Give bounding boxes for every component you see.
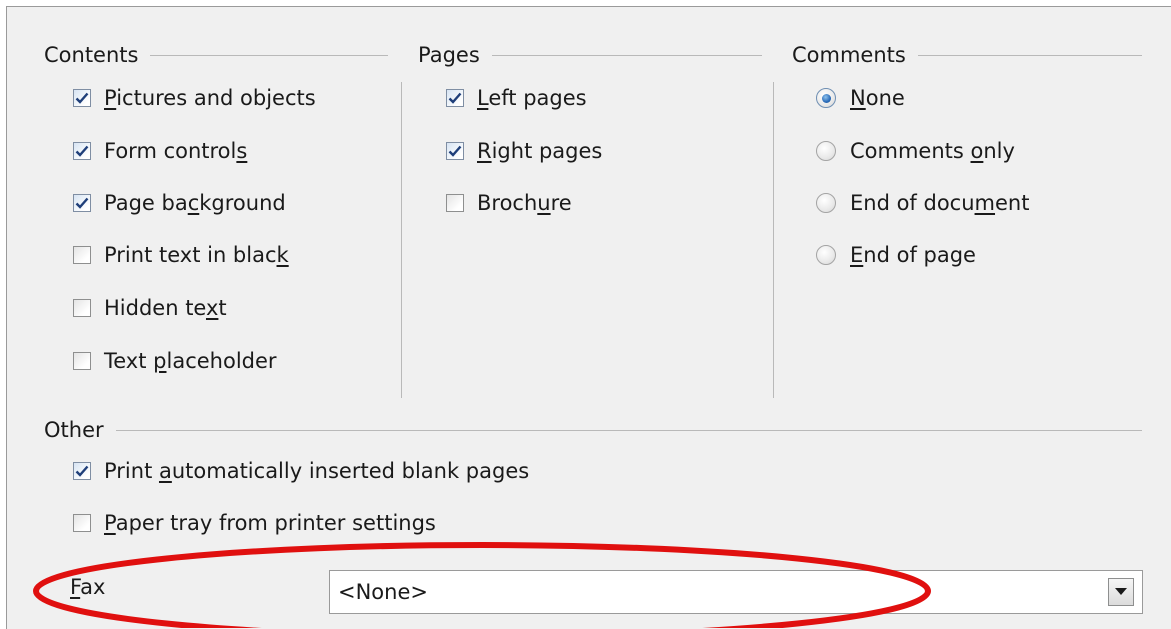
contents-group-title: Contents <box>44 42 388 68</box>
checkbox-box[interactable] <box>73 194 91 212</box>
checkbox-label: Form controls <box>104 139 248 163</box>
fax-dropdown[interactable]: <None> <box>329 570 1143 614</box>
check-mark-icon <box>448 145 462 157</box>
checkbox-box[interactable] <box>73 462 91 480</box>
radio-label: End of document <box>850 191 1030 215</box>
fax-label: Fax <box>70 575 106 599</box>
checkbox-label: Text placeholder <box>104 349 277 373</box>
comments-only-radio[interactable]: Comments only <box>816 136 1015 166</box>
other-group-title: Other <box>44 417 1142 443</box>
left-pages-checkbox[interactable]: Left pages <box>446 83 587 113</box>
radio-label: Comments only <box>850 139 1015 163</box>
checkbox-box[interactable] <box>73 142 91 160</box>
comments-title-rule <box>917 54 1142 56</box>
end-of-page-radio[interactable]: End of page <box>816 240 976 270</box>
checkbox-box[interactable] <box>446 194 464 212</box>
check-mark-icon <box>75 465 89 477</box>
end-of-document-radio[interactable]: End of document <box>816 188 1029 218</box>
checkbox-label: Print text in black <box>104 243 289 267</box>
contents-title-rule <box>150 54 388 56</box>
comments-title-text: Comments <box>792 43 906 67</box>
checkbox-label: Brochure <box>477 191 572 215</box>
pages-title-text: Pages <box>418 43 480 67</box>
check-mark-icon <box>75 92 89 104</box>
checkbox-box[interactable] <box>73 299 91 317</box>
comments-group-title: Comments <box>792 42 1142 68</box>
checkbox-label: Right pages <box>477 139 603 163</box>
paper-tray-checkbox[interactable]: Paper tray from printer settings <box>73 508 436 538</box>
radio-button[interactable] <box>816 245 836 265</box>
pages-title-rule <box>491 54 762 56</box>
checkbox-label: Print automatically inserted blank pages <box>104 459 530 483</box>
chevron-down-icon <box>1115 588 1127 595</box>
pages-comments-separator <box>773 82 774 398</box>
checkbox-label: Paper tray from printer settings <box>104 511 436 535</box>
checkbox-box[interactable] <box>446 89 464 107</box>
checkbox-label: Hidden text <box>104 296 227 320</box>
pictures-and-objects-checkbox[interactable]: Pictures and objects <box>73 83 316 113</box>
radio-button[interactable] <box>816 88 836 108</box>
text-placeholder-checkbox[interactable]: Text placeholder <box>73 346 277 376</box>
comments-none-radio[interactable]: None <box>816 83 905 113</box>
right-pages-checkbox[interactable]: Right pages <box>446 136 602 166</box>
checkbox-label: Page background <box>104 191 286 215</box>
contents-title-text: Contents <box>44 43 139 67</box>
other-title-text: Other <box>44 418 104 442</box>
other-title-rule <box>115 429 1142 431</box>
checkbox-label: Left pages <box>477 86 587 110</box>
checkbox-box[interactable] <box>73 246 91 264</box>
check-mark-icon <box>448 92 462 104</box>
radio-label: End of page <box>850 243 976 267</box>
radio-button[interactable] <box>816 193 836 213</box>
radio-label: None <box>850 86 905 110</box>
dropdown-arrow-button[interactable] <box>1108 578 1134 606</box>
checkbox-box[interactable] <box>73 352 91 370</box>
pages-group-title: Pages <box>418 42 762 68</box>
checkbox-box[interactable] <box>73 514 91 532</box>
checkbox-box[interactable] <box>73 89 91 107</box>
radio-dot-icon <box>821 93 831 103</box>
hidden-text-checkbox[interactable]: Hidden text <box>73 293 227 323</box>
check-mark-icon <box>75 145 89 157</box>
radio-button[interactable] <box>816 141 836 161</box>
print-blank-pages-checkbox[interactable]: Print automatically inserted blank pages <box>73 456 529 486</box>
form-controls-checkbox[interactable]: Form controls <box>73 136 247 166</box>
check-mark-icon <box>75 197 89 209</box>
page-background-checkbox[interactable]: Page background <box>73 188 286 218</box>
brochure-checkbox[interactable]: Brochure <box>446 188 572 218</box>
print-text-in-black-checkbox[interactable]: Print text in black <box>73 240 289 270</box>
contents-pages-separator <box>401 82 402 398</box>
fax-selected-value: <None> <box>338 580 428 604</box>
checkbox-box[interactable] <box>446 142 464 160</box>
checkbox-label: Pictures and objects <box>104 86 316 110</box>
